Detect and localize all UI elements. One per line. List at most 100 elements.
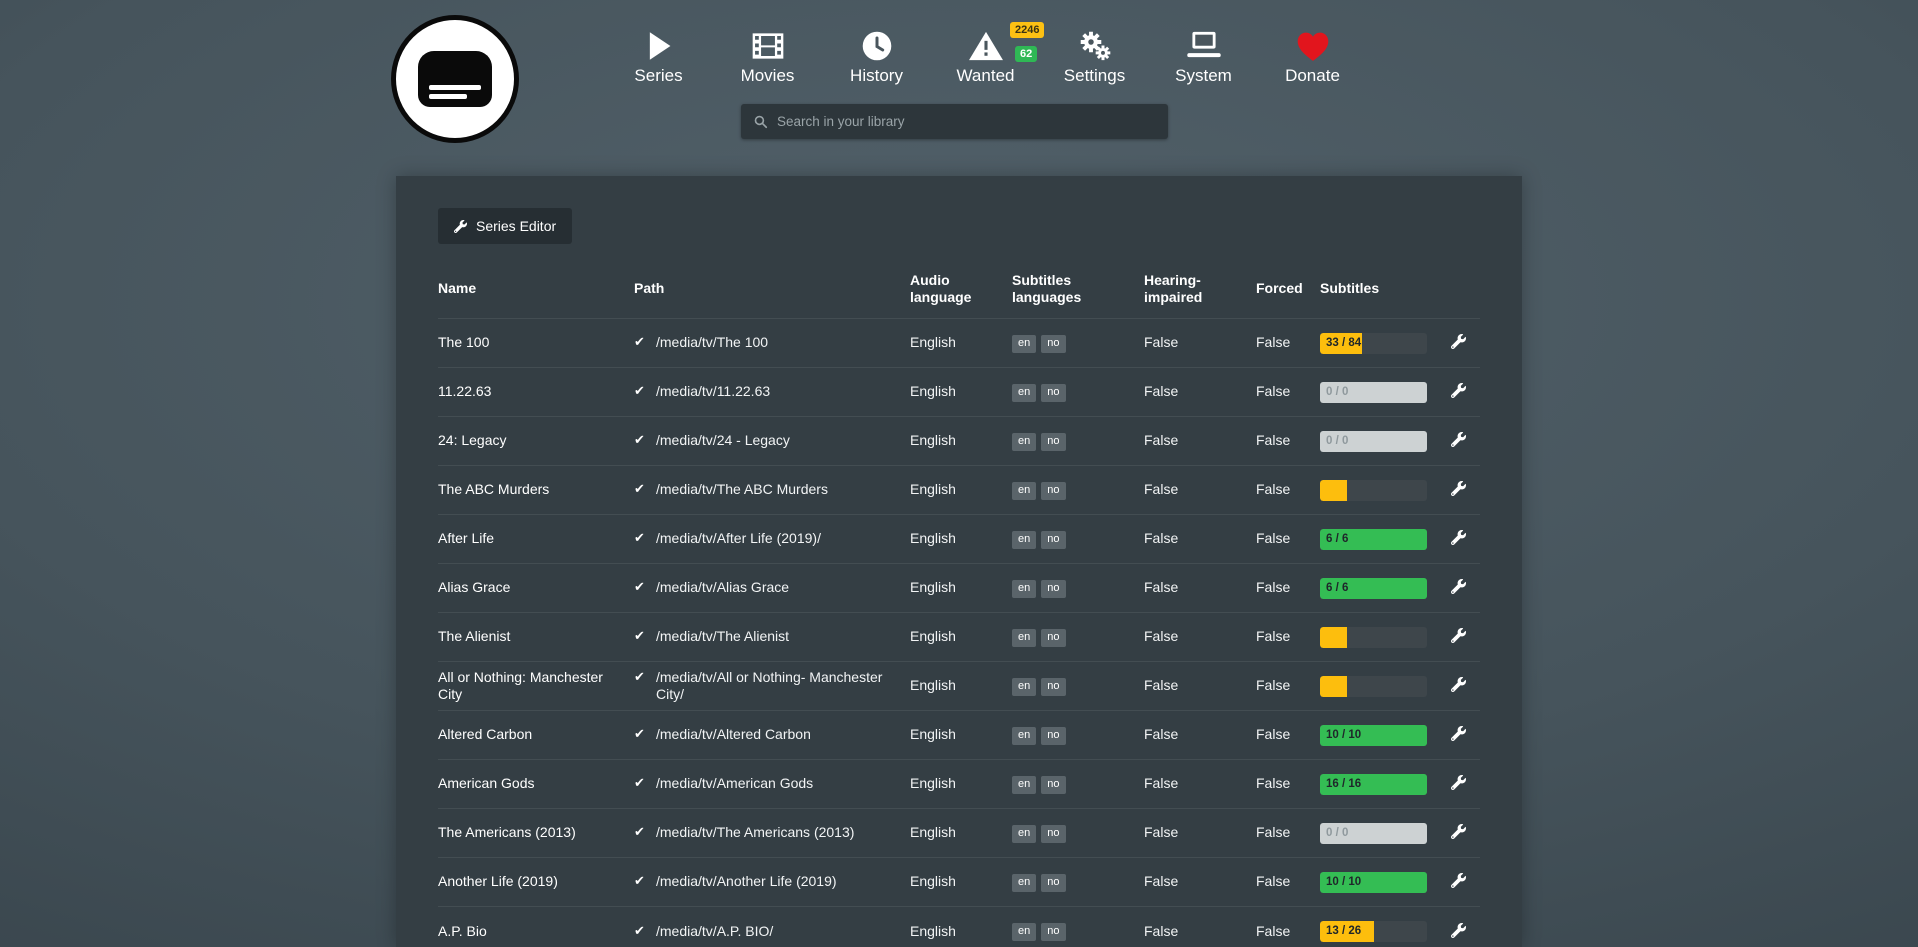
series-name-link[interactable]: After Life — [438, 530, 494, 546]
series-name-link[interactable]: A.P. Bio — [438, 923, 487, 939]
edit-series-button[interactable] — [1449, 773, 1472, 792]
gears-icon — [1077, 26, 1113, 62]
language-badge: no — [1041, 825, 1065, 843]
table-row: All or Nothing: Manchester City ✔ /media… — [438, 662, 1480, 711]
series-name-link[interactable]: 11.22.63 — [438, 383, 491, 399]
nav-item-movies[interactable]: Movies — [713, 26, 822, 86]
subtitles-count: 13 / 26 — [1326, 921, 1361, 942]
nav-item-history[interactable]: History — [822, 26, 931, 86]
wanted-count-badge-secondary: 62 — [1015, 46, 1037, 62]
series-path: /media/tv/After Life (2019)/ — [656, 530, 821, 546]
edit-series-button[interactable] — [1449, 921, 1472, 940]
monitored-check-icon: ✔ — [634, 579, 645, 595]
language-badge: en — [1012, 727, 1036, 745]
monitored-check-icon: ✔ — [634, 873, 645, 889]
app-logo[interactable] — [391, 15, 519, 143]
nav-item-system[interactable]: System — [1149, 26, 1258, 86]
subtitles-progress-bar: 0 / 0 — [1320, 823, 1427, 844]
series-path: /media/tv/24 - Legacy — [656, 432, 790, 448]
language-badge: en — [1012, 580, 1036, 598]
subtitles-progress-bar — [1320, 480, 1427, 501]
subtitles-count: 0 / 0 — [1326, 431, 1348, 452]
series-name-link[interactable]: American Gods — [438, 775, 534, 791]
table-row: Another Life (2019) ✔ /media/tv/Another … — [438, 858, 1480, 907]
subtitles-progress-bar: 16 / 16 — [1320, 774, 1427, 795]
audio-language-value: English — [910, 711, 1012, 760]
series-name-link[interactable]: The Alienist — [438, 628, 510, 644]
language-badge: no — [1041, 629, 1065, 647]
series-name-link[interactable]: 24: Legacy — [438, 432, 507, 448]
series-name-link[interactable]: The Americans (2013) — [438, 824, 576, 840]
col-header-forced: Forced — [1256, 266, 1320, 319]
subtitles-progress-bar — [1320, 627, 1427, 648]
series-editor-button[interactable]: Series Editor — [438, 208, 572, 244]
monitored-check-icon: ✔ — [634, 432, 645, 448]
hearing-impaired-value: False — [1144, 564, 1256, 613]
top-nav: Series Movies History Wanted 2246 62 Set… — [604, 26, 1367, 86]
language-badge: en — [1012, 384, 1036, 402]
col-header-actions — [1440, 266, 1480, 319]
forced-value: False — [1256, 466, 1320, 515]
edit-series-button[interactable] — [1449, 332, 1472, 351]
edit-series-button[interactable] — [1449, 577, 1472, 596]
table-row: After Life ✔ /media/tv/After Life (2019)… — [438, 515, 1480, 564]
subtitles-languages-value: enno — [1012, 515, 1144, 564]
edit-series-button[interactable] — [1449, 430, 1472, 449]
language-badge: en — [1012, 776, 1036, 794]
table-row: Alias Grace ✔ /media/tv/Alias Grace Engl… — [438, 564, 1480, 613]
series-name-link[interactable]: All or Nothing: Manchester City — [438, 669, 603, 703]
search-icon — [741, 114, 777, 129]
table-row: 24: Legacy ✔ /media/tv/24 - Legacy Engli… — [438, 417, 1480, 466]
subtitles-languages-value: enno — [1012, 662, 1144, 711]
audio-language-value: English — [910, 417, 1012, 466]
subtitles-languages-value: enno — [1012, 613, 1144, 662]
edit-series-button[interactable] — [1449, 479, 1472, 498]
series-name-link[interactable]: Altered Carbon — [438, 726, 532, 742]
subtitles-progress-bar: 13 / 26 — [1320, 921, 1427, 942]
series-name-link[interactable]: Alias Grace — [438, 579, 510, 595]
monitored-check-icon: ✔ — [634, 628, 645, 644]
table-row: The Americans (2013) ✔ /media/tv/The Ame… — [438, 809, 1480, 858]
forced-value: False — [1256, 564, 1320, 613]
series-path: /media/tv/All or Nothing- Manchester Cit… — [656, 669, 882, 703]
subtitles-progress-fill — [1320, 480, 1347, 501]
monitored-check-icon: ✔ — [634, 923, 645, 939]
bazarr-logo-icon — [418, 51, 492, 107]
subtitles-languages-value: enno — [1012, 466, 1144, 515]
table-row: The Alienist ✔ /media/tv/The Alienist En… — [438, 613, 1480, 662]
edit-series-button[interactable] — [1449, 822, 1472, 841]
edit-series-button[interactable] — [1449, 724, 1472, 743]
series-name-link[interactable]: The ABC Murders — [438, 481, 549, 497]
subtitle-line — [429, 94, 467, 99]
nav-item-series[interactable]: Series — [604, 26, 713, 86]
hearing-impaired-value: False — [1144, 809, 1256, 858]
edit-series-button[interactable] — [1449, 381, 1472, 400]
forced-value: False — [1256, 711, 1320, 760]
nav-label: System — [1175, 66, 1232, 86]
language-badge: en — [1012, 629, 1036, 647]
table-row: The ABC Murders ✔ /media/tv/The ABC Murd… — [438, 466, 1480, 515]
col-header-path: Path — [634, 266, 910, 319]
monitored-check-icon: ✔ — [634, 481, 645, 497]
nav-item-donate[interactable]: Donate — [1258, 26, 1367, 86]
subtitles-progress-bar: 33 / 84 — [1320, 333, 1427, 354]
edit-series-button[interactable] — [1449, 871, 1472, 890]
wrench-icon — [454, 220, 467, 233]
language-badge: en — [1012, 874, 1036, 892]
audio-language-value: English — [910, 809, 1012, 858]
edit-series-button[interactable] — [1449, 528, 1472, 547]
search-input[interactable] — [777, 114, 1168, 129]
subtitles-languages-value: enno — [1012, 319, 1144, 368]
series-name-link[interactable]: The 100 — [438, 334, 489, 350]
language-badge: no — [1041, 776, 1065, 794]
series-name-link[interactable]: Another Life (2019) — [438, 873, 558, 889]
nav-item-wanted[interactable]: Wanted 2246 62 — [931, 26, 1040, 86]
hearing-impaired-value: False — [1144, 417, 1256, 466]
series-path: /media/tv/Another Life (2019) — [656, 873, 837, 889]
edit-series-button[interactable] — [1449, 675, 1472, 694]
edit-series-button[interactable] — [1449, 626, 1472, 645]
audio-language-value: English — [910, 564, 1012, 613]
language-badge: en — [1012, 433, 1036, 451]
hearing-impaired-value: False — [1144, 907, 1256, 947]
nav-item-settings[interactable]: Settings — [1040, 26, 1149, 86]
